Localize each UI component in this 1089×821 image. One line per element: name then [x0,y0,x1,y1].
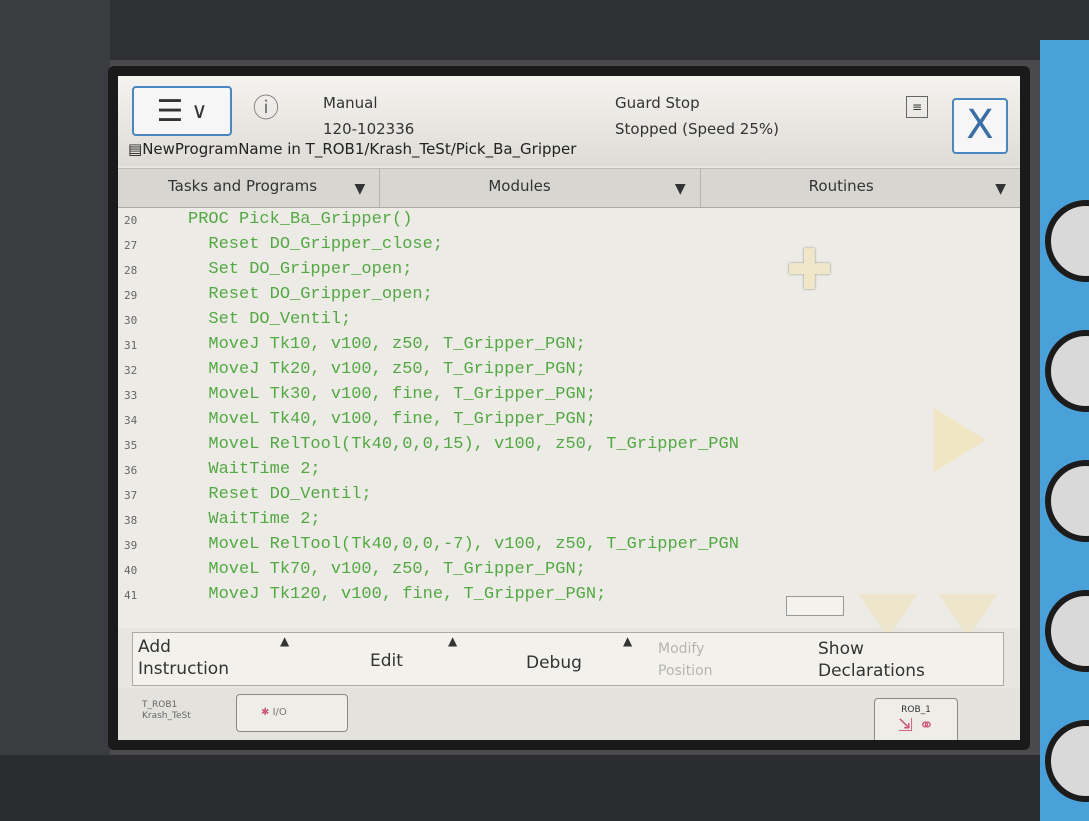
line-number: 20 [124,214,138,227]
tab-modules[interactable]: Modules ▼ [380,169,701,207]
io-icon: ✱ [261,707,270,718]
io-button[interactable]: ✱ I/O [236,694,348,732]
hamburger-menu-icon: ☰ [156,93,184,129]
quickset-icon[interactable]: ≡ [906,96,928,118]
zoom-out-icon[interactable] [786,596,844,616]
code-line[interactable]: MoveJ Tk10, v100, z50, T_Gripper_PGN; [188,335,585,354]
modify-position-button[interactable]: Modify Position [658,638,713,682]
code-line[interactable]: Set DO_Ventil; [188,310,351,329]
status-bar: T_ROB1 Krash_TeSt ✱ I/O ROB_1 ⇲ ⚭ [118,688,1020,740]
navigation-tabs: Tasks and Programs ▼ Modules ▼ Routines … [118,168,1020,208]
line-number: 37 [124,489,138,502]
code-line[interactable]: MoveL RelTool(Tk40,0,0,-7), v100, z50, T… [188,535,739,554]
mode-label: Manual [323,94,378,112]
line-number: 33 [124,389,138,402]
controller-id: 120-102336 [323,120,415,138]
program-icon: ▤ [128,140,143,158]
task-indicator[interactable]: T_ROB1 Krash_TeSt [128,696,232,730]
tab-label: Routines [808,177,874,195]
controller-state: Guard Stop Stopped (Speed 25%) [615,90,779,142]
run-state: Stopped (Speed 25%) [615,120,779,138]
code-line[interactable]: PROC Pick_Ba_Gripper() [188,210,412,229]
code-line[interactable]: MoveJ Tk20, v100, z50, T_Gripper_PGN; [188,360,585,379]
program-path: ▤NewProgramName in T_ROB1/Krash_TeSt/Pic… [128,140,576,158]
tab-tasks-and-programs[interactable]: Tasks and Programs ▼ [118,169,381,207]
code-line[interactable]: WaitTime 2; [188,460,320,479]
debug-button[interactable]: Debug [526,652,582,674]
line-number: 35 [124,439,138,452]
task-name: T_ROB1 [142,700,178,710]
line-number: 38 [124,514,138,527]
device-side-panel [1040,40,1089,821]
line-number: 27 [124,239,138,252]
menu-up-arrow-icon: ▲ [623,634,633,648]
line-number: 40 [124,564,138,577]
show-declarations-button[interactable]: Show Declarations [818,638,925,682]
io-label: I/O [272,707,287,718]
chevron-down-icon: ∨ [191,98,208,124]
line-number: 41 [124,589,138,602]
tab-label: Tasks and Programs [168,177,318,195]
code-line[interactable]: Reset DO_Ventil; [188,485,371,504]
mechanical-unit-label: ROB_1 [901,705,931,715]
tab-label: Modules [488,177,551,195]
code-line[interactable]: WaitTime 2; [188,510,320,529]
code-line[interactable]: MoveL RelTool(Tk40,0,0,15), v100, z50, T… [188,435,739,454]
program-path-text: NewProgramName in T_ROB1/Krash_TeSt/Pick… [142,140,577,158]
jogging-button[interactable]: ROB_1 ⇲ ⚭ [874,698,958,740]
line-number: 29 [124,289,138,302]
device-bezel-bottom [0,755,1089,821]
line-number: 36 [124,464,138,477]
code-line[interactable]: MoveL Tk40, v100, fine, T_Gripper_PGN; [188,410,596,429]
code-line[interactable]: Set DO_Gripper_open; [188,260,412,279]
line-number: 30 [124,314,138,327]
operating-mode: Manual 120-102336 [323,90,414,142]
code-line[interactable]: MoveL Tk70, v100, z50, T_Gripper_PGN; [188,560,585,579]
edit-button[interactable]: Edit [370,650,403,672]
zoom-in-icon[interactable]: ✚ [786,238,833,303]
event-log-icon[interactable]: ⓘ [253,88,295,130]
dropdown-arrow-icon: ▼ [995,181,1006,197]
scroll-right-icon[interactable] [934,408,986,472]
code-editor[interactable]: 20 PROC Pick_Ba_Gripper() 27 Reset DO_Gr… [118,208,1020,628]
dropdown-arrow-icon: ▼ [354,181,366,197]
code-line[interactable]: MoveJ Tk120, v100, fine, T_Gripper_PGN; [188,585,606,604]
module-name: Krash_TeSt [142,711,191,721]
tab-routines[interactable]: Routines ▼ [701,169,1020,207]
jog-mode-icon: ⇲ ⚭ [898,715,934,736]
close-button[interactable]: X [952,98,1008,154]
line-number: 28 [124,264,138,277]
menu-up-arrow-icon: ▲ [280,634,290,648]
code-line[interactable]: Reset DO_Gripper_close; [188,235,443,254]
code-line[interactable]: Reset DO_Gripper_open; [188,285,432,304]
header-bar: ☰ ∨ ⓘ Manual 120-102336 Guard Stop Stopp… [118,76,1020,166]
flexpendant-screen: ☰ ∨ ⓘ Manual 120-102336 Guard Stop Stopp… [108,66,1030,750]
guard-state: Guard Stop [615,94,700,112]
add-instruction-button[interactable]: Add Instruction [138,636,229,680]
line-number: 39 [124,539,138,552]
device-bezel-left [0,0,110,821]
line-number: 32 [124,364,138,377]
device-bezel-top [0,0,1089,60]
code-line[interactable]: MoveL Tk30, v100, fine, T_Gripper_PGN; [188,385,596,404]
line-number: 34 [124,414,138,427]
menu-up-arrow-icon: ▲ [448,634,458,648]
dropdown-arrow-icon: ▼ [674,181,686,197]
main-menu-button[interactable]: ☰ ∨ [132,86,232,136]
line-number: 31 [124,339,138,352]
